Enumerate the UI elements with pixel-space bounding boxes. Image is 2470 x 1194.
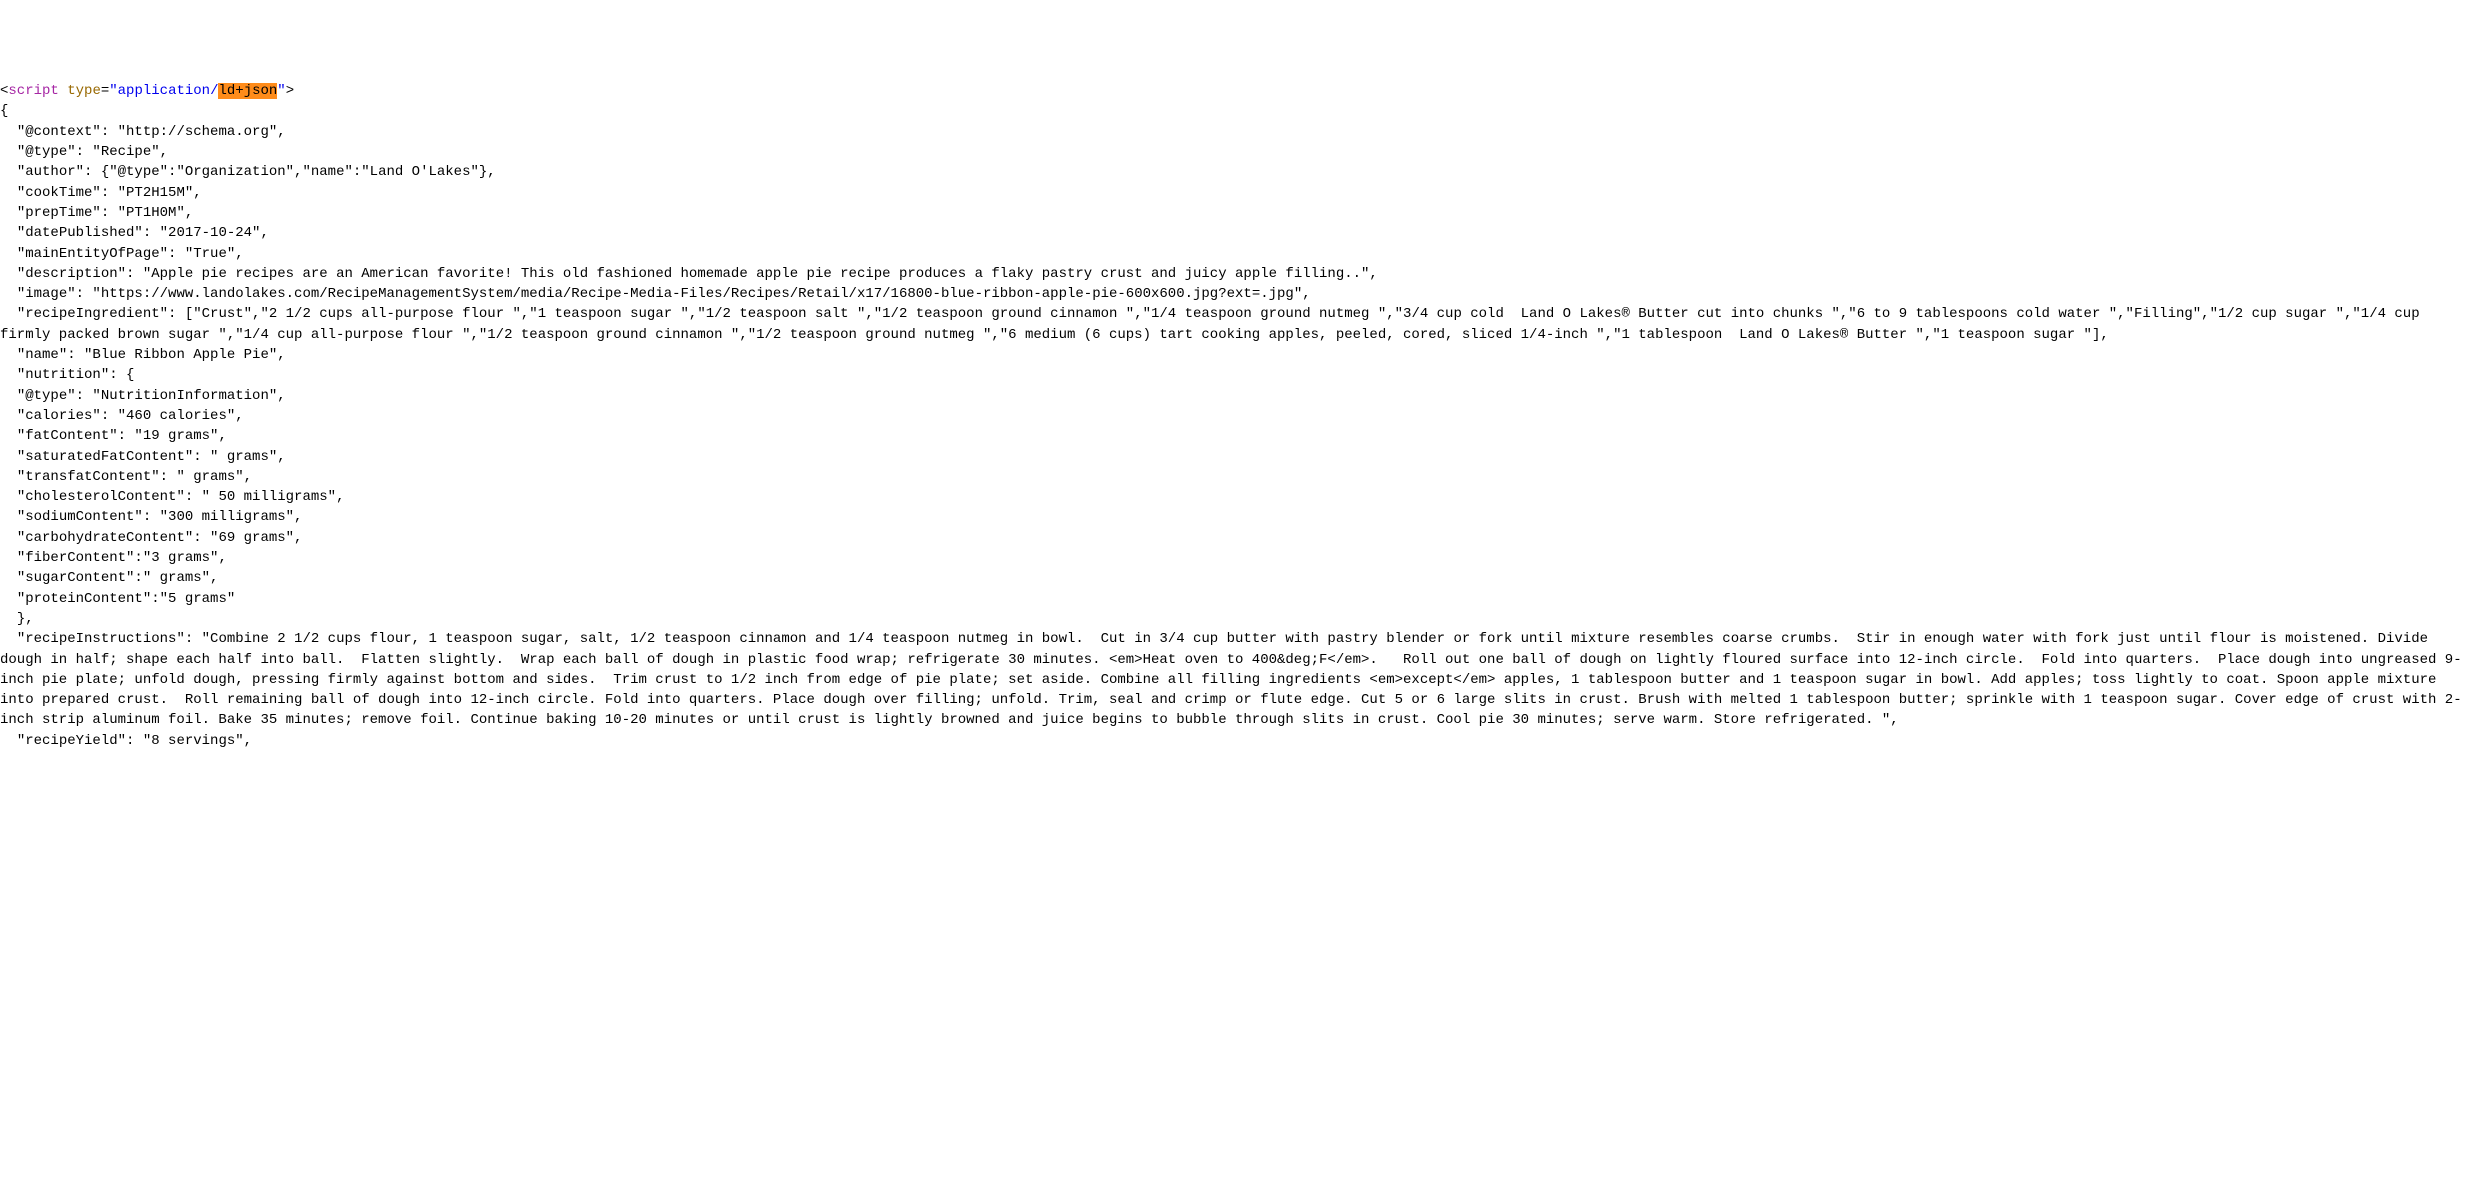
attr-value-highlight: ld+json — [218, 83, 277, 99]
json-line-23: "proteinContent":"5 grams" — [0, 591, 235, 607]
tag-name: script — [8, 83, 58, 99]
code-view: <script type="application/ld+json"> { "@… — [0, 81, 2470, 751]
json-line-20: "carbohydrateContent": "69 grams", — [0, 530, 302, 546]
bracket-close: > — [286, 83, 294, 99]
json-line-1: "@context": "http://schema.org", — [0, 124, 286, 140]
attr-type-name: type — [67, 83, 101, 99]
attr-quote-close: " — [277, 83, 285, 99]
json-line-22: "sugarContent":" grams", — [0, 570, 218, 586]
json-line-9: "image": "https://www.landolakes.com/Rec… — [0, 286, 1311, 302]
script-tag-open: <script type="application/ld+json"> — [0, 83, 294, 99]
json-line-24: }, — [0, 611, 34, 627]
json-line-16: "saturatedFatContent": " grams", — [0, 449, 286, 465]
json-line-13: "@type": "NutritionInformation", — [0, 388, 286, 404]
equals: = — [101, 83, 109, 99]
json-line-0: { — [0, 103, 8, 119]
json-line-12: "nutrition": { — [0, 367, 134, 383]
attr-value-prefix: application/ — [118, 83, 219, 99]
json-line-26: "recipeYield": "8 servings", — [0, 733, 252, 749]
json-line-17: "transfatContent": " grams", — [0, 469, 252, 485]
json-line-15: "fatContent": "19 grams", — [0, 428, 227, 444]
json-line-5: "prepTime": "PT1H0M", — [0, 205, 193, 221]
json-line-8: "description": "Apple pie recipes are an… — [0, 266, 1378, 282]
json-line-2: "@type": "Recipe", — [0, 144, 168, 160]
json-line-4: "cookTime": "PT2H15M", — [0, 185, 202, 201]
attr-quote-open: " — [109, 83, 117, 99]
json-line-7: "mainEntityOfPage": "True", — [0, 246, 244, 262]
json-line-18: "cholesterolContent": " 50 milligrams", — [0, 489, 344, 505]
json-line-6: "datePublished": "2017-10-24", — [0, 225, 269, 241]
json-line-19: "sodiumContent": "300 milligrams", — [0, 509, 302, 525]
json-line-25: "recipeInstructions": "Combine 2 1/2 cup… — [0, 631, 2462, 728]
json-line-14: "calories": "460 calories", — [0, 408, 244, 424]
json-line-3: "author": {"@type":"Organization","name"… — [0, 164, 496, 180]
json-line-21: "fiberContent":"3 grams", — [0, 550, 227, 566]
json-line-11: "name": "Blue Ribbon Apple Pie", — [0, 347, 286, 363]
json-line-10: "recipeIngredient": ["Crust","2 1/2 cups… — [0, 306, 2428, 342]
